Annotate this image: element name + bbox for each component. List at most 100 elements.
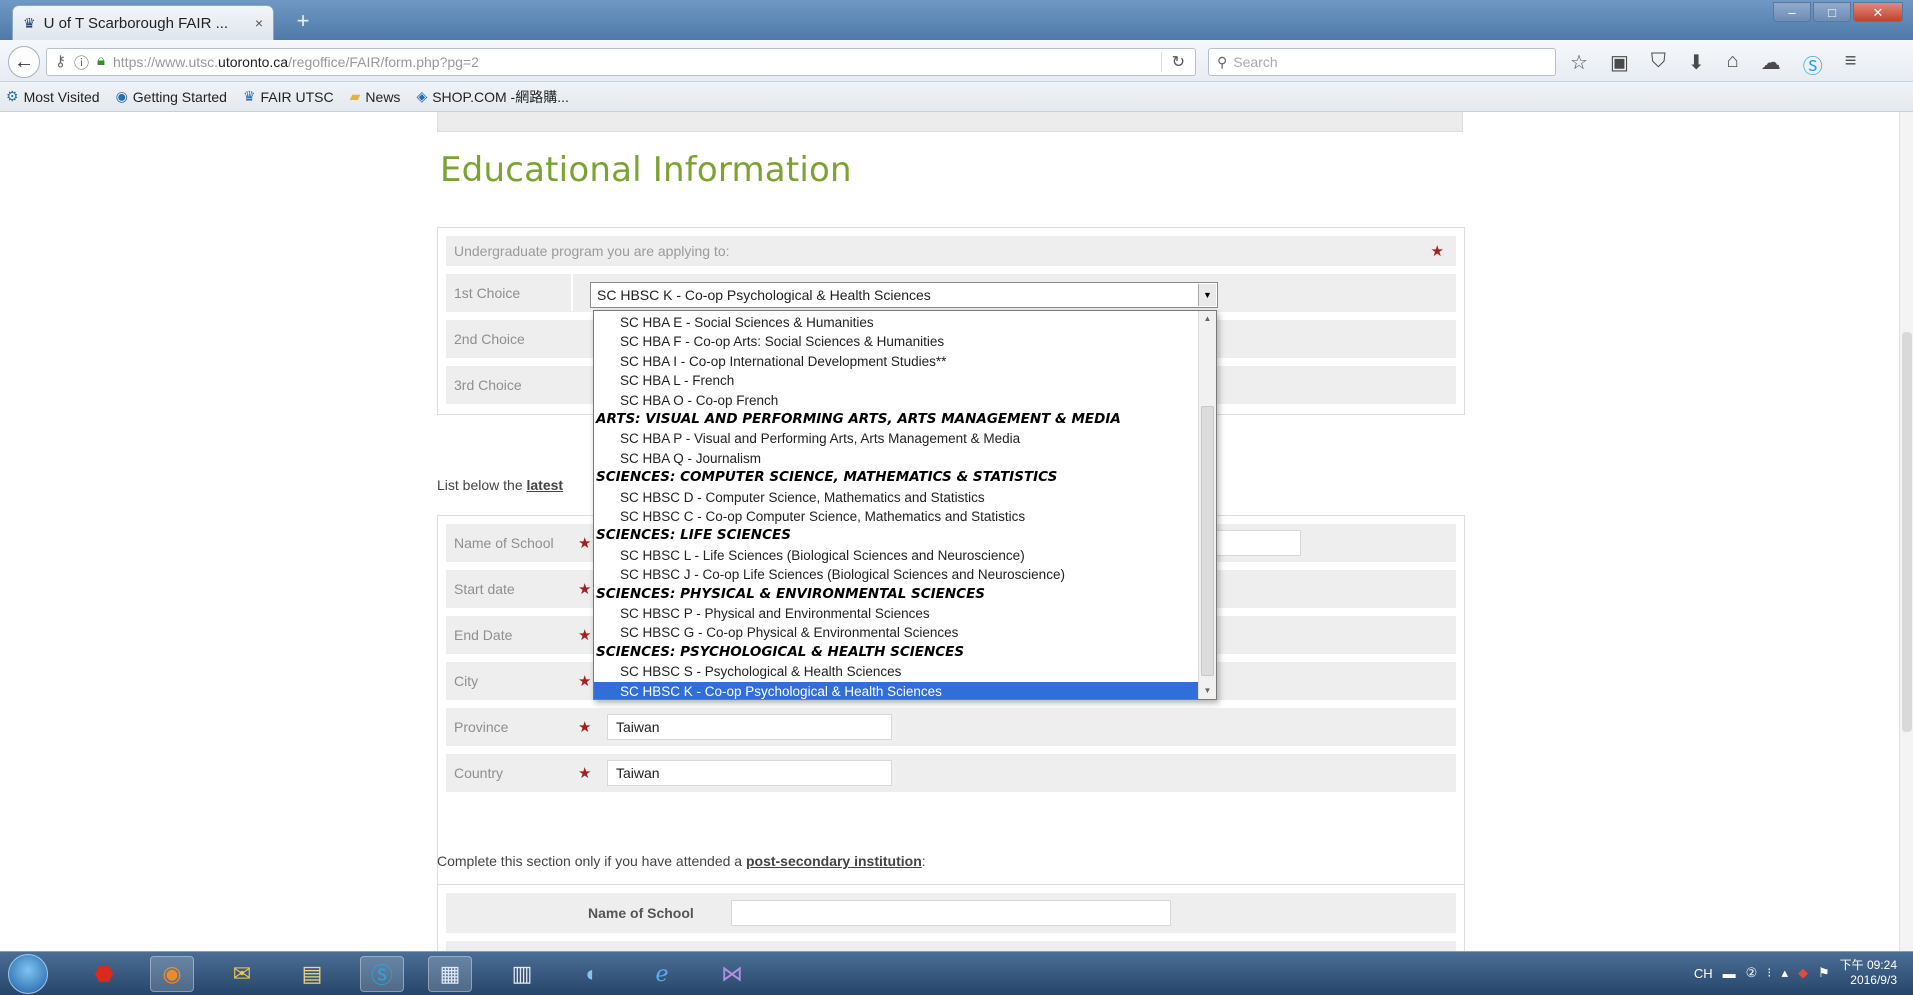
program-header: Undergraduate program you are applying t… [454, 243, 730, 259]
scrollbar-thumb[interactable] [1902, 332, 1912, 732]
calendar-icon[interactable]: ▥ [500, 956, 544, 992]
flag-icon[interactable]: ⚑ [1818, 965, 1830, 981]
folder-icon: ▰ [349, 88, 361, 104]
page-scrollbar[interactable] [1899, 112, 1913, 951]
internet-explorer-icon[interactable]: ℯ [640, 956, 684, 992]
dropdown-option[interactable]: SC HBA Q - Journalism [594, 449, 1198, 468]
keyboard-icon[interactable]: ▬ [1723, 966, 1736, 981]
bookmark-star-icon[interactable]: ☆ [1570, 50, 1588, 79]
scroll-down-icon[interactable]: ▼ [1199, 683, 1216, 699]
search-input[interactable]: ⚲ Search [1208, 48, 1556, 76]
province-input[interactable]: Taiwan [607, 714, 892, 740]
visual-studio-icon[interactable]: ⋈ [710, 956, 754, 992]
country-label: Country [454, 765, 504, 781]
search-icon: ⚲ [1217, 54, 1228, 70]
top-strip [437, 112, 1463, 132]
acrobat-icon[interactable]: ⬣ [82, 956, 126, 992]
program-dropdown-list[interactable]: SC HBA E - Social Sciences & Humanities S… [593, 310, 1217, 700]
dropdown-option[interactable]: SC HBSC D - Computer Science, Mathematic… [594, 488, 1198, 507]
dropdown-group-header: SCIENCES: PHYSICAL & ENVIRONMENTAL SCIEN… [596, 585, 986, 602]
skype-taskbar-icon[interactable]: Ⓢ [360, 956, 404, 992]
dropdown-arrow-icon[interactable]: ▼ [1198, 284, 1216, 306]
second-choice-label: 2nd Choice [454, 331, 525, 347]
reload-icon[interactable]: ↻ [1160, 52, 1195, 72]
required-icon: ★ [578, 765, 592, 782]
bookmark-most-visited[interactable]: ⚙ Most Visited [6, 88, 100, 105]
school-intro: List below the latest [437, 477, 564, 493]
dropdown-option[interactable]: SC HBSC L - Life Sciences (Biological Sc… [594, 546, 1198, 565]
dropdown-option[interactable]: SC HBA F - Co-op Arts: Social Sciences &… [594, 332, 1198, 351]
home-icon[interactable]: ⌂ [1727, 50, 1739, 79]
language-indicator[interactable]: CH [1694, 966, 1713, 981]
outlook-icon[interactable]: ◐ [570, 956, 614, 992]
end-date-label: End Date [454, 627, 513, 643]
dropdown-group-header: SCIENCES: PSYCHOLOGICAL & HEALTH SCIENCE… [596, 643, 965, 660]
share-icon[interactable]: ☁ [1761, 50, 1781, 79]
country-input[interactable]: Taiwan [607, 760, 892, 786]
firefox-icon: ◉ [115, 88, 128, 104]
bookmark-icon: ⚙ [6, 88, 19, 104]
dropdown-option[interactable]: SC HBSC P - Physical and Environmental S… [594, 604, 1198, 623]
dropdown-option[interactable]: SC HBSC K - Co-op Psychological & Health… [594, 681, 1198, 699]
dropdown-option[interactable]: SC HBSC C - Co-op Computer Science, Math… [594, 507, 1198, 526]
tray-arrow-icon[interactable]: ▴ [1781, 965, 1788, 981]
browser-tab[interactable]: ♛ U of T Scarborough FAIR ... × [12, 5, 274, 40]
alert-icon[interactable]: ◆ [1798, 965, 1808, 981]
minimize-button[interactable]: – [1773, 2, 1811, 22]
scroll-up-icon[interactable]: ▲ [1199, 311, 1216, 327]
key-icon[interactable]: ⚷ [55, 52, 66, 73]
clock[interactable]: 下午 09:24 2016/9/3 [1840, 958, 1897, 988]
firefox-taskbar-icon[interactable]: ◉ [150, 956, 194, 992]
reading-list-icon[interactable]: ▣ [1610, 50, 1629, 79]
start-button[interactable] [8, 954, 48, 994]
menu-icon[interactable]: ≡ [1845, 50, 1857, 79]
school-name-label: Name of School [454, 535, 554, 551]
post-secondary-link[interactable]: post-secondary institution [746, 853, 922, 869]
section-title: Educational Information [440, 150, 852, 190]
pin-icon[interactable]: ⁝ [1767, 965, 1771, 981]
dropdown-scrollbar-thumb[interactable] [1201, 406, 1214, 676]
bookmark-shop[interactable]: ◈ SHOP.COM -網路購... [416, 87, 568, 107]
dropdown-option[interactable]: SC HBSC J - Co-op Life Sciences (Biologi… [594, 565, 1198, 584]
search-placeholder: Search [1233, 54, 1278, 70]
dropdown-option[interactable]: SC HBA I - Co-op International Developme… [594, 352, 1198, 371]
dropdown-option[interactable]: SC HBA P - Visual and Performing Arts, A… [594, 429, 1198, 448]
first-choice-select[interactable]: SC HBSC K - Co-op Psychological & Health… [590, 282, 1218, 308]
maximize-button[interactable]: □ [1813, 2, 1851, 22]
bookmark-fair-utsc[interactable]: ♛ FAIR UTSC [243, 88, 334, 105]
dropdown-scrollbar[interactable]: ▲ ▼ [1198, 311, 1216, 699]
page-content: Educational Information Undergraduate pr… [0, 112, 1913, 951]
latest-link[interactable]: latest [527, 477, 564, 493]
info-icon[interactable]: ⓘ [74, 52, 89, 73]
new-tab-button[interactable]: + [286, 8, 320, 34]
file-explorer-icon[interactable]: ▤ [290, 956, 334, 992]
start-date-label: Start date [454, 581, 515, 597]
first-choice-value: SC HBSC K - Co-op Psychological & Health… [597, 287, 931, 303]
dropdown-option[interactable]: SC HBSC S - Psychological & Health Scien… [594, 662, 1198, 681]
bookmarks-bar: ⚙ Most Visited ◉ Getting Started ♛ FAIR UTS… [0, 82, 1913, 112]
close-window-button[interactable]: ✕ [1853, 2, 1903, 22]
post-school-name-input[interactable] [731, 900, 1171, 926]
bookmark-getting-started[interactable]: ◉ Getting Started [116, 88, 227, 105]
required-icon: ★ [1430, 243, 1444, 260]
tab-close-icon[interactable]: × [255, 15, 263, 31]
dropdown-option[interactable]: SC HBA E - Social Sciences & Humanities [594, 313, 1198, 332]
help-icon[interactable]: ② [1746, 965, 1758, 981]
dropdown-option[interactable]: SC HBA O - Co-op French [594, 391, 1198, 410]
skype-icon[interactable]: Ⓢ [1803, 50, 1823, 79]
required-icon: ★ [578, 673, 592, 690]
download-icon[interactable]: ⬇ [1688, 50, 1705, 79]
document-icon[interactable]: ▦ [428, 956, 472, 992]
bookmark-news[interactable]: ▰ News [350, 88, 401, 105]
pocket-icon[interactable]: ⛉ [1651, 50, 1666, 79]
dropdown-group-header: SCIENCES: COMPUTER SCIENCE, MATHEMATICS … [596, 469, 1058, 486]
dropdown-option[interactable]: SC HBSC G - Co-op Physical & Environment… [594, 623, 1198, 642]
uoft-favicon-icon: ♛ [23, 14, 36, 31]
country-row: Country ★ Taiwan [446, 754, 1456, 792]
dropdown-option[interactable]: SC HBA L - French [594, 371, 1198, 390]
address-bar[interactable]: ⚷ ⓘ 🔒︎ https://www.utsc.utoronto.ca/rego… [46, 48, 1196, 76]
post-school-name-row: Name of School [446, 893, 1456, 933]
required-icon: ★ [578, 581, 592, 598]
mail-icon[interactable]: ✉ [220, 956, 264, 992]
back-button[interactable]: ← [8, 46, 40, 78]
